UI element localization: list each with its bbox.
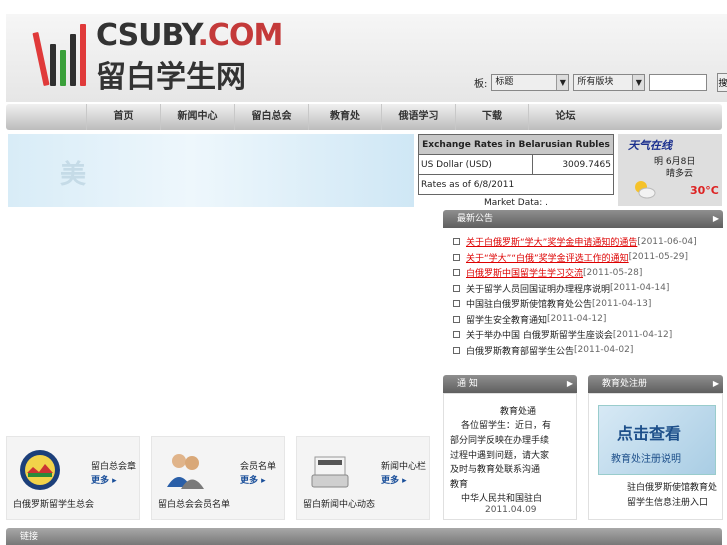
card-label: 新闻中心栏 bbox=[381, 462, 427, 472]
banner-text: 美 bbox=[60, 160, 87, 190]
card-caption[interactable]: 留白新闻中心动态 bbox=[303, 497, 375, 510]
weather-condition: 晴多云 bbox=[666, 169, 694, 179]
register-line2[interactable]: 留学生信息注册入口 bbox=[627, 495, 708, 508]
notice-line: 教育处通 bbox=[500, 407, 537, 417]
notice-line: 各位留学生：近日，有 bbox=[461, 421, 552, 431]
users-icon bbox=[167, 454, 204, 489]
register-line1[interactable]: 驻白俄罗斯使馆教育处 bbox=[627, 480, 717, 493]
news-panel-header: 最新公告 ▶ bbox=[443, 210, 723, 228]
list-item[interactable]: 关于白俄罗斯“学大”奖学金申请通知的通告 [2011-06-04] bbox=[453, 234, 697, 250]
nav-item-union[interactable]: 留白总会 bbox=[234, 104, 308, 130]
weather-title: 天气在线 bbox=[628, 139, 672, 152]
notice-line: 过程中遇到问题，请大家 bbox=[450, 451, 550, 461]
chevron-right-icon[interactable]: ▶ bbox=[713, 210, 719, 228]
exchange-title: Exchange Rates in Belarusian Rubles bbox=[418, 134, 614, 155]
logo-text-cn: 留白学生网 bbox=[96, 60, 246, 95]
chevron-down-icon: ▼ bbox=[556, 74, 569, 90]
search-forum-select[interactable]: 所有版块 ▼ bbox=[573, 73, 646, 91]
search-input[interactable] bbox=[649, 73, 708, 91]
notice-panel-header: 通 知 ▶ bbox=[443, 375, 577, 393]
links-bar: 链接 bbox=[6, 528, 722, 545]
weather-widget[interactable]: 天气在线 明 6月8日 晴多云 30°C bbox=[618, 134, 722, 206]
notice-line: 部分同学反映在办理手续 bbox=[450, 436, 550, 446]
search-field-select[interactable]: 标题 ▼ bbox=[491, 73, 570, 91]
card-more-link[interactable]: 更多 ▸ bbox=[91, 473, 117, 486]
news-list: 关于白俄罗斯“学大”奖学金申请通知的通告 [2011-06-04] 关于“学大”“… bbox=[453, 234, 697, 358]
emblem-icon bbox=[20, 450, 60, 490]
register-panel-body: 点击查看 教育处注册说明 驻白俄罗斯使馆教育处 留学生信息注册入口 bbox=[588, 393, 723, 520]
nav-item-russian[interactable]: 俄语学习 bbox=[381, 104, 455, 130]
card-more-link[interactable]: 更多 ▸ bbox=[381, 473, 407, 486]
notice-panel-body: 教育处通 各位留学生：近日，有 部分同学反映在办理手续 过程中遇到问题，请大家 … bbox=[443, 393, 577, 520]
notice-line: 教育 bbox=[450, 480, 469, 490]
list-item[interactable]: 中国驻白俄罗斯使馆教育处公告 [2011-04-13] bbox=[453, 296, 697, 312]
logo-text-en: CSUBY.COM bbox=[96, 18, 283, 53]
list-item[interactable]: 关于举办中国 白俄罗斯留学生座谈会 [2011-04-12] bbox=[453, 327, 697, 343]
nav-item-forum[interactable]: 论坛 bbox=[528, 104, 602, 130]
list-item[interactable]: 留学生安全教育通知 [2011-04-12] bbox=[453, 312, 697, 328]
notice-date: 2011.04.09 bbox=[485, 505, 537, 515]
card-caption[interactable]: 留白总会会员名单 bbox=[158, 497, 230, 510]
newspaper-icon bbox=[311, 456, 349, 488]
notice-line: 中华人民共和国驻白 bbox=[461, 494, 543, 504]
card-members: 会员名单 更多 ▸ 留白总会会员名单 bbox=[151, 436, 285, 520]
weather-temp: 30°C bbox=[690, 184, 719, 197]
nav-item-download[interactable]: 下载 bbox=[455, 104, 528, 130]
card-caption[interactable]: 白俄罗斯留学生总会 bbox=[13, 497, 94, 510]
banner-image[interactable]: 美 bbox=[8, 134, 414, 207]
chevron-right-icon[interactable]: ▶ bbox=[713, 375, 719, 393]
chevron-right-icon[interactable]: ▶ bbox=[567, 375, 573, 393]
card-label: 留白总会章 bbox=[91, 462, 137, 472]
exchange-widget: Exchange Rates in Belarusian Rubles US D… bbox=[417, 134, 614, 208]
card-more-link[interactable]: 更多 ▸ bbox=[240, 473, 266, 486]
exchange-rate: 3009.7465 bbox=[532, 154, 614, 175]
search-button[interactable]: 搜索 bbox=[717, 72, 727, 92]
exchange-market: Market Data: . bbox=[483, 198, 549, 208]
site-logo[interactable]: CSUBY.COM 留白学生网 bbox=[30, 18, 283, 96]
nav-item-news[interactable]: 新闻中心 bbox=[160, 104, 234, 130]
exchange-date: Rates as of 6/8/2011 bbox=[418, 174, 614, 195]
site-header: CSUBY.COM 留白学生网 板: 标题 ▼ 所有版块 ▼ 搜索 bbox=[6, 14, 727, 102]
nav-item-education[interactable]: 教育处 bbox=[308, 104, 381, 130]
main-nav: 首页 新闻中心 留白总会 教育处 俄语学习 下载 论坛 bbox=[6, 104, 722, 130]
card-news-center: 新闻中心栏 更多 ▸ 留白新闻中心动态 bbox=[296, 436, 430, 520]
card-label: 会员名单 bbox=[240, 462, 277, 472]
register-panel-header: 教育处注册 ▶ bbox=[588, 375, 723, 393]
search-label: 板: bbox=[474, 78, 488, 90]
exchange-currency: US Dollar (USD) bbox=[417, 154, 534, 175]
register-banner[interactable]: 点击查看 教育处注册说明 bbox=[598, 405, 716, 475]
chevron-down-icon: ▼ bbox=[632, 74, 645, 90]
card-union-charter: 留白总会章 更多 ▸ 白俄罗斯留学生总会 bbox=[6, 436, 140, 520]
sun-cloud-icon bbox=[635, 181, 656, 199]
list-item[interactable]: 白俄罗斯中国留学生学习交流 [2011-05-28] bbox=[453, 265, 697, 281]
notice-line: 及时与教育处联系沟通 bbox=[450, 465, 541, 475]
list-item[interactable]: 白俄罗斯教育部留学生公告 [2011-04-02] bbox=[453, 343, 697, 359]
list-item[interactable]: 关于留学人员回国证明办理程序说明 [2011-04-14] bbox=[453, 281, 697, 297]
search-bar: 板: 标题 ▼ 所有版块 ▼ 搜索 bbox=[474, 72, 727, 92]
list-item[interactable]: 关于“学大”“白俄”奖学金评选工作的通知 [2011-05-29] bbox=[453, 250, 697, 266]
nav-item-home[interactable]: 首页 bbox=[86, 104, 160, 130]
